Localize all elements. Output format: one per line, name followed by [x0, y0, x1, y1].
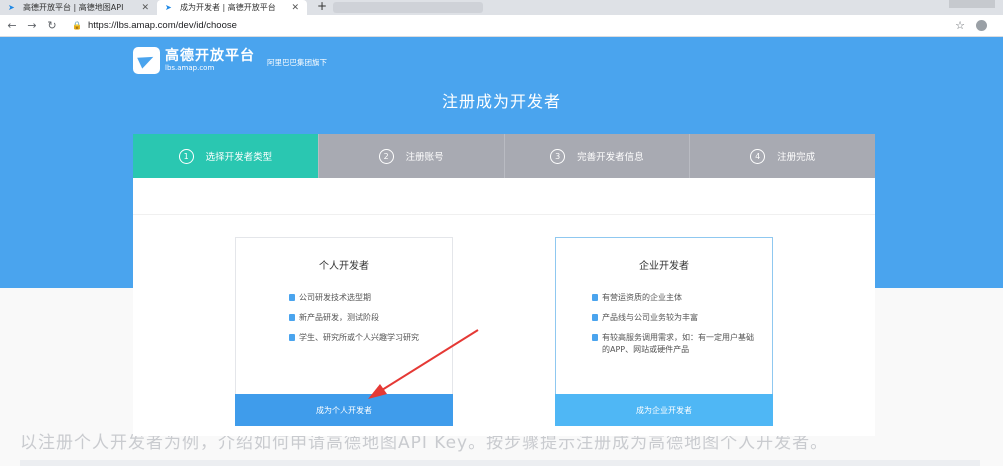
become-personal-developer-button[interactable]: 成为个人开发者: [235, 394, 453, 426]
step-number: 4: [750, 148, 766, 164]
card-feature-list: 有营运资质的企业主体 产品线与公司业务较为丰富 有较高服务调用需求，如：有一定用…: [556, 292, 772, 356]
step-number: 2: [378, 148, 394, 164]
card-title: 个人开发者: [319, 261, 369, 272]
new-tab-button[interactable]: +: [315, 0, 329, 14]
browser-tab-become-developer[interactable]: ➤ 成为开发者 | 高德开放平台 ✕: [157, 0, 307, 15]
card-feature-list: 公司研发技术选型期 新产品研发，测试阶段 学生、研究所或个人兴趣学习研究: [236, 292, 452, 344]
step-number: 3: [550, 148, 566, 164]
reload-icon[interactable]: ↻: [44, 19, 60, 32]
list-item: 学生、研究所或个人兴趣学习研究: [289, 332, 438, 344]
address-bar[interactable]: https://lbs.amap.com/dev/id/choose: [88, 20, 237, 31]
amap-logo-icon: [133, 47, 160, 74]
step-progress-bar: 1 选择开发者类型 2 注册账号 3 完善开发者信息 4 注册完成: [133, 134, 875, 178]
document-icon: [289, 334, 295, 341]
brand-logo-block[interactable]: 高德开放平台 lbs.amap.com 阿里巴巴集团旗下: [133, 47, 327, 74]
amap-favicon-icon: ➤: [165, 3, 172, 12]
list-item: 公司研发技术选型期: [289, 292, 438, 304]
browser-tab-strip: ➤ 高德开放平台 | 高德地图API ✕ ➤ 成为开发者 | 高德开放平台 ✕ …: [0, 0, 1003, 15]
list-item: 产品线与公司业务较为丰富: [592, 312, 758, 324]
personal-developer-card: 个人开发者 公司研发技术选型期 新产品研发，测试阶段 学生、研究所或个人兴趣学习…: [235, 237, 453, 426]
page-title: 注册成为开发者: [441, 92, 561, 111]
step-register-account: 2 注册账号: [317, 134, 504, 178]
lock-icon[interactable]: 🔒: [72, 21, 82, 30]
step-label: 注册完成: [777, 152, 816, 163]
tab-close-icon[interactable]: ✕: [291, 3, 299, 13]
forward-arrow-icon[interactable]: →: [24, 19, 40, 32]
document-icon: [592, 334, 598, 341]
document-icon: [592, 314, 598, 321]
brand-subtitle: 阿里巴巴集团旗下: [267, 58, 327, 67]
list-item-text: 公司研发技术选型期: [299, 293, 371, 302]
list-item-text: 有较高服务调用需求，如：有一定用户基础的APP、网站或硬件产品: [602, 333, 754, 354]
registration-panel: 1 选择开发者类型 2 注册账号 3 完善开发者信息 4 注册完成 个人开发者 …: [133, 134, 875, 436]
card-title: 企业开发者: [639, 261, 689, 272]
list-item: 新产品研发，测试阶段: [289, 312, 438, 324]
list-item-text: 产品线与公司业务较为丰富: [602, 313, 698, 322]
tab-label: 成为开发者 | 高德开放平台: [180, 3, 276, 12]
amap-favicon-icon: ➤: [8, 3, 15, 12]
browser-toolbar: ← → ↻ 🔒 https://lbs.amap.com/dev/id/choo…: [0, 15, 1003, 37]
tab-close-icon[interactable]: ✕: [141, 3, 149, 13]
list-item-text: 新产品研发，测试阶段: [299, 313, 379, 322]
step-label: 注册账号: [405, 152, 444, 163]
browser-tab-amap-api[interactable]: ➤ 高德开放平台 | 高德地图API ✕: [0, 0, 157, 15]
brand-name: 高德开放平台: [165, 48, 255, 64]
business-developer-card: 企业开发者 有营运资质的企业主体 产品线与公司业务较为丰富 有较高服务调用需求，…: [555, 237, 773, 426]
brand-domain: lbs.amap.com: [165, 64, 215, 72]
document-icon: [289, 314, 295, 321]
bookmark-star-icon[interactable]: ☆: [955, 19, 965, 32]
become-business-developer-button[interactable]: 成为企业开发者: [555, 394, 773, 426]
back-arrow-icon[interactable]: ←: [4, 19, 20, 32]
list-item: 有营运资质的企业主体: [592, 292, 758, 304]
list-item-text: 学生、研究所或个人兴趣学习研究: [299, 333, 419, 342]
blurred-tab-area: [333, 2, 483, 13]
panel-divider: [133, 214, 875, 215]
background-article-line: [20, 460, 980, 466]
profile-avatar[interactable]: [976, 20, 987, 31]
step-choose-type: 1 选择开发者类型: [133, 134, 318, 178]
step-label: 完善开发者信息: [577, 152, 644, 163]
window-controls[interactable]: [949, 0, 995, 8]
step-complete-info: 3 完善开发者信息: [503, 134, 690, 178]
document-icon: [289, 294, 295, 301]
brand-text: 高德开放平台 lbs.amap.com: [165, 48, 255, 73]
list-item: 有较高服务调用需求，如：有一定用户基础的APP、网站或硬件产品: [592, 332, 758, 356]
step-number: 1: [178, 148, 194, 164]
step-label: 选择开发者类型: [205, 152, 273, 163]
tab-label: 高德开放平台 | 高德地图API: [23, 3, 124, 12]
document-icon: [592, 294, 598, 301]
list-item-text: 有营运资质的企业主体: [602, 293, 682, 302]
step-registration-done: 4 注册完成: [689, 134, 875, 178]
